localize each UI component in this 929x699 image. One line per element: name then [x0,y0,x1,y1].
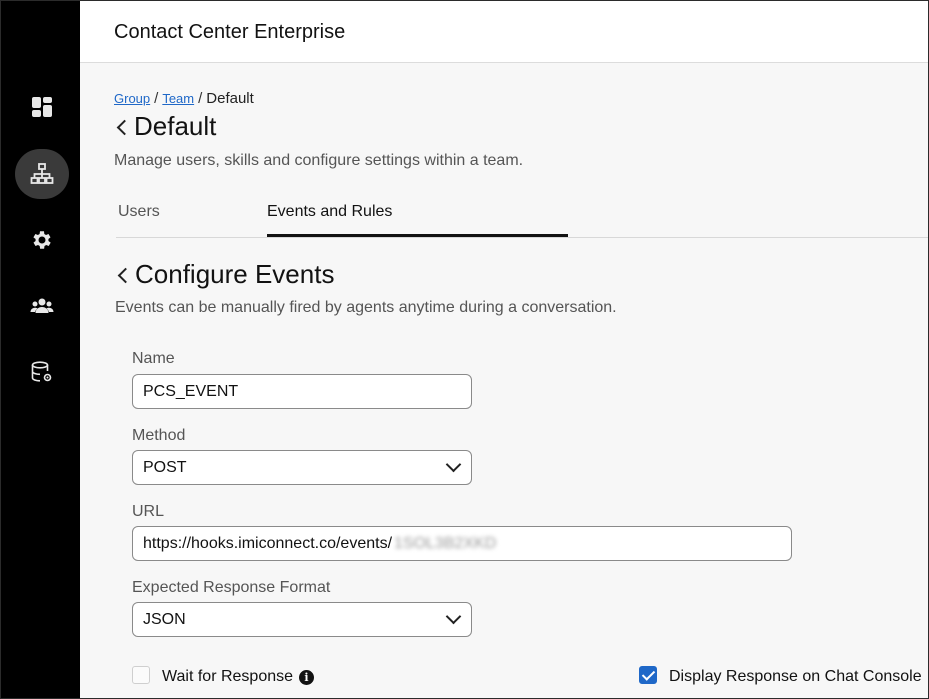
app-window: Contact Center Enterprise Group / Team /… [0,0,929,699]
name-input[interactable] [132,374,472,409]
team-icon [30,298,54,313]
dashboard-icon [32,97,52,117]
display-response-label: Display Response on Chat Console [669,668,922,685]
response-format-label: Expected Response Format [132,579,331,596]
nav-dashboard[interactable] [15,82,69,132]
url-input[interactable]: https://hooks.imiconnect.co/events/ 1SOL… [132,526,792,561]
url-label: URL [132,503,165,520]
active-tab-indicator [267,234,568,237]
info-icon[interactable]: i [299,669,315,685]
breadcrumb-team-link[interactable]: Team [162,91,194,106]
method-selected-value: POST [143,458,187,476]
method-select[interactable]: POST [132,450,472,485]
breadcrumb-separator: / [198,90,203,107]
sidebar [1,1,80,698]
wait-for-response-label-group: Wait for Response i [162,668,315,686]
nav-settings[interactable] [15,215,69,265]
chevron-down-icon [447,613,459,625]
section-title: Configure Events [115,259,334,290]
tab-users[interactable]: Users [118,203,160,221]
top-bar: Contact Center Enterprise [80,1,928,63]
back-chevron-icon[interactable] [114,116,128,138]
database-settings-icon [31,361,52,382]
page-description: Manage users, skills and configure setti… [114,152,524,169]
response-format-select[interactable]: JSON [132,602,472,637]
section-description: Events can be manually fired by agents a… [115,299,617,316]
page-title: Default [114,111,216,142]
section-title-text: Configure Events [135,259,335,289]
method-label: Method [132,427,186,444]
breadcrumb-current: Default [206,90,254,107]
nav-teams[interactable] [15,281,69,331]
wait-for-response-label: Wait for Response [162,668,294,685]
breadcrumb: Group / Team / Default [114,90,254,107]
url-redacted-segment: 1SOL3B2XKD [394,534,497,552]
url-value: https://hooks.imiconnect.co/events/ [143,534,393,552]
tab-bar: Users Events and Rules [116,191,928,238]
org-hierarchy-icon [30,163,54,184]
breadcrumb-separator: / [154,90,159,107]
app-title: Contact Center Enterprise [114,21,346,43]
gear-icon [33,231,51,249]
breadcrumb-group-link[interactable]: Group [114,91,150,106]
wait-for-response-checkbox[interactable] [132,666,150,684]
response-format-selected-value: JSON [143,610,186,628]
nav-organization[interactable] [15,149,69,199]
nav-data[interactable] [15,347,69,397]
back-chevron-icon[interactable] [115,264,129,286]
display-response-label-group: Display Response on Chat Console [669,668,922,686]
tab-events-and-rules[interactable]: Events and Rules [267,203,392,221]
chevron-down-icon [447,461,459,473]
page-title-text: Default [134,111,217,141]
name-label: Name [132,350,175,367]
display-response-checkbox[interactable] [639,666,657,684]
